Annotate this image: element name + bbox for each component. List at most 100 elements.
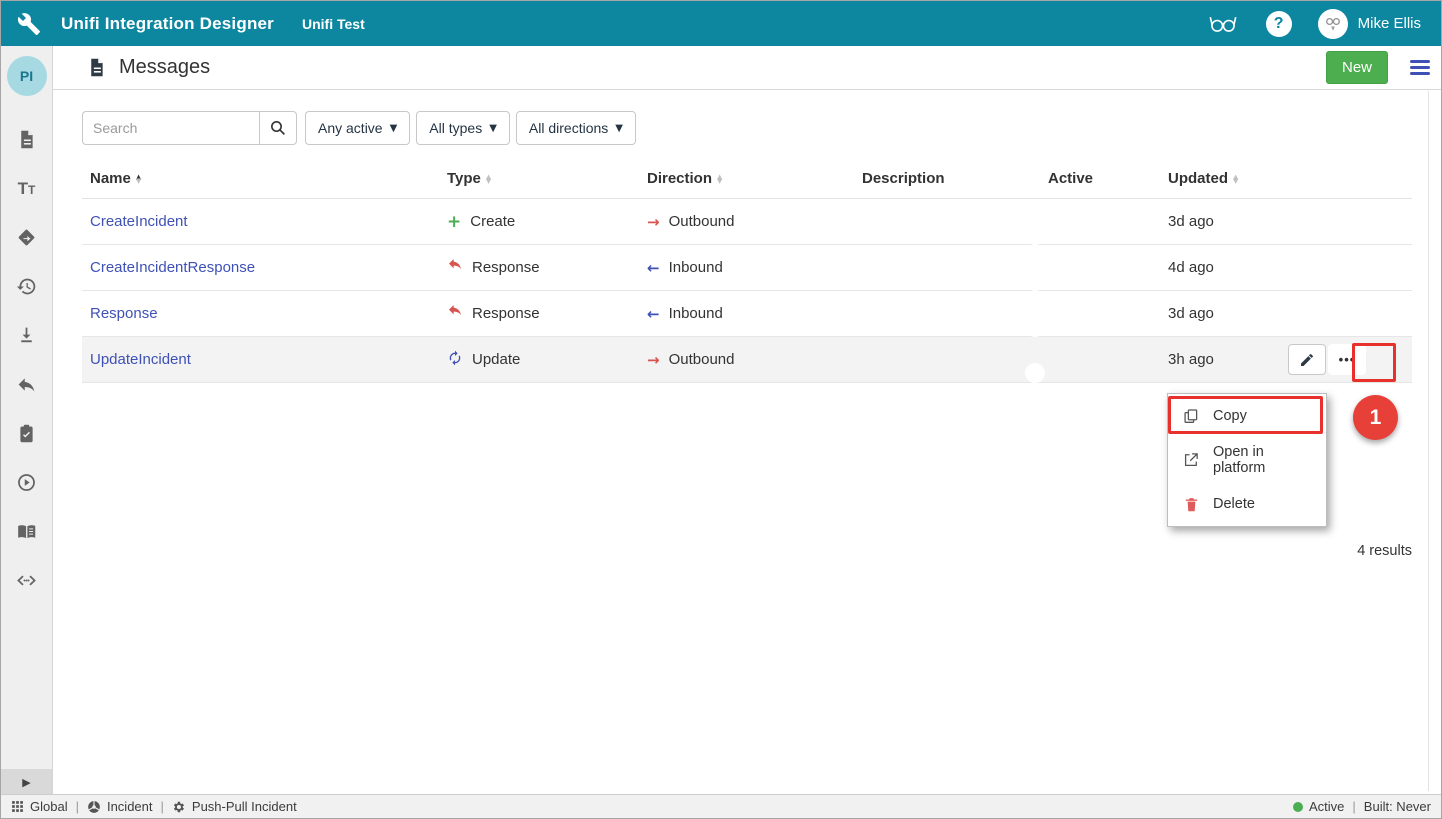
built-status: Built: Never (1364, 799, 1431, 814)
workspace-name[interactable]: Unifi Test (302, 16, 365, 32)
integration-avatar[interactable]: PI (7, 56, 47, 96)
direction-label: Outbound (669, 351, 735, 368)
reply-icon (447, 304, 463, 324)
reply-icon (447, 258, 463, 278)
column-name[interactable]: Name▲▼ (82, 170, 439, 187)
status-dot-icon (1293, 802, 1303, 812)
sort-icon: ▲▼ (717, 175, 722, 184)
arrow-left-icon: ← (647, 305, 660, 323)
sort-icon: ▲▼ (136, 175, 141, 184)
message-link[interactable]: Response (82, 305, 439, 322)
updated-cell: 3d ago (1160, 305, 1280, 322)
messages-table: Name▲▼ Type▲▼ Direction▲▼ Description Ac… (82, 159, 1412, 383)
chevron-down-icon: ▼ (390, 123, 398, 134)
sort-icon: ▲▼ (1233, 175, 1238, 184)
message-link[interactable]: UpdateIncident (82, 351, 439, 368)
code-icon[interactable] (16, 569, 38, 591)
updated-cell: 4d ago (1160, 259, 1280, 276)
scroll-divider (1428, 91, 1429, 791)
type-filter-dropdown[interactable]: All types▼ (416, 111, 510, 145)
menu-item-delete[interactable]: Delete (1168, 482, 1326, 526)
column-type[interactable]: Type▲▼ (439, 170, 639, 187)
page-title: Messages (119, 56, 210, 79)
message-link[interactable]: CreateIncident (82, 213, 439, 230)
table-row: CreateIncidentResponse Response ← Inbound… (82, 245, 1412, 291)
results-count: 4 results (1357, 543, 1412, 559)
arrow-right-icon: → (647, 213, 660, 231)
menu-label: Copy (1213, 408, 1247, 424)
text-fields-icon[interactable]: TT (16, 177, 38, 199)
download-icon[interactable] (16, 324, 38, 346)
table-header: Name▲▼ Type▲▼ Direction▲▼ Description Ac… (82, 159, 1412, 199)
process-indicator[interactable]: Push-Pull Incident (172, 799, 297, 814)
documentation-icon[interactable] (16, 520, 38, 542)
new-button[interactable]: New (1326, 51, 1388, 84)
top-bar: Unifi Integration Designer Unifi Test ? … (1, 1, 1441, 46)
direction-filter-dropdown[interactable]: All directions▼ (516, 111, 636, 145)
response-icon[interactable] (16, 373, 38, 395)
menu-item-open-in-platform[interactable]: Open in platform (1168, 438, 1326, 482)
chevron-down-icon: ▼ (615, 123, 623, 134)
type-label: Response (472, 259, 540, 276)
integration-icon (87, 800, 101, 814)
chevron-down-icon: ▼ (489, 123, 497, 134)
messages-icon (86, 57, 107, 78)
user-name[interactable]: Mike Ellis (1358, 15, 1421, 32)
history-icon[interactable] (16, 275, 38, 297)
external-link-icon (1182, 451, 1200, 469)
direction-label: Inbound (669, 305, 723, 322)
context-menu: Copy Open in platform Delete (1167, 393, 1327, 527)
document-icon[interactable] (16, 128, 38, 150)
refresh-icon (447, 350, 463, 370)
scope-indicator[interactable]: Global (11, 799, 68, 814)
plus-icon: + (447, 212, 461, 232)
updated-cell: 3d ago (1160, 213, 1280, 230)
step-badge: 1 (1353, 395, 1398, 440)
user-avatar[interactable] (1318, 9, 1348, 39)
grid-icon (11, 800, 24, 813)
direction-label: Inbound (669, 259, 723, 276)
help-icon[interactable]: ? (1266, 11, 1292, 37)
menu-icon[interactable] (1410, 60, 1430, 75)
column-active: Active (1040, 170, 1160, 187)
column-description: Description (854, 170, 1040, 187)
sort-icon: ▲▼ (486, 175, 491, 184)
app-window: Unifi Integration Designer Unifi Test ? … (0, 0, 1442, 819)
table-row: Response Response ← Inbound 3d ago (82, 291, 1412, 337)
trash-icon (1182, 496, 1200, 513)
filter-toolbar: Any active▼ All types▼ All directions▼ (82, 111, 1442, 145)
app-title: Unifi Integration Designer (61, 14, 274, 34)
status-bar: Global | Incident | Push-Pull Incident A… (1, 794, 1441, 818)
edit-button[interactable] (1288, 344, 1326, 375)
menu-label: Open in platform (1213, 444, 1312, 476)
arrow-left-icon: ← (647, 259, 660, 277)
deploy-icon[interactable] (16, 226, 38, 248)
search-input[interactable] (82, 111, 259, 145)
preview-glasses-icon[interactable] (1208, 14, 1238, 33)
table-row: CreateIncident +Create →Outbound 3d ago (82, 199, 1412, 245)
message-link[interactable]: CreateIncidentResponse (82, 259, 439, 276)
tasks-icon[interactable] (16, 422, 38, 444)
gear-icon (172, 800, 186, 814)
menu-item-copy[interactable]: Copy (1168, 394, 1326, 438)
active-status: Active (1293, 799, 1344, 814)
column-direction[interactable]: Direction▲▼ (639, 170, 854, 187)
table-row-selected: UpdateIncident Update → Outbound 3h ago •… (82, 337, 1412, 383)
wrench-icon (17, 11, 43, 37)
sidebar-collapse-button[interactable]: ▶ (1, 769, 52, 796)
active-filter-dropdown[interactable]: Any active▼ (305, 111, 410, 145)
type-label: Update (472, 351, 520, 368)
direction-label: Outbound (669, 213, 735, 230)
page-header: Messages New (53, 46, 1442, 90)
column-updated[interactable]: Updated▲▼ (1160, 170, 1280, 187)
copy-icon (1182, 407, 1200, 425)
search-button[interactable] (259, 111, 297, 145)
sidebar: PI TT (1, 46, 53, 796)
type-label: Response (472, 305, 540, 322)
menu-label: Delete (1213, 496, 1255, 512)
more-actions-button[interactable]: ••• (1328, 344, 1366, 375)
run-icon[interactable] (16, 471, 38, 493)
integration-indicator[interactable]: Incident (87, 799, 153, 814)
updated-cell: 3h ago (1160, 351, 1280, 368)
arrow-right-icon: → (647, 351, 660, 369)
